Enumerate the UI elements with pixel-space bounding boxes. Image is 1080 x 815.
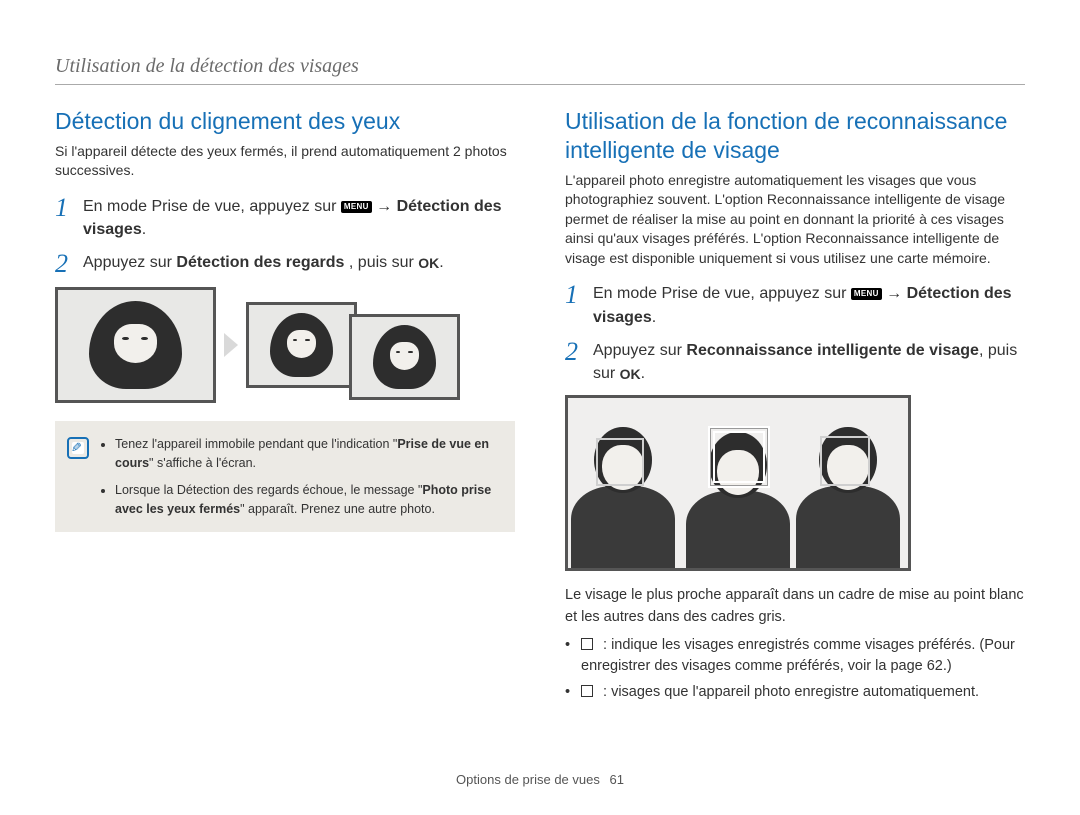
note-item: Tenez l'appareil immobile pendant que l'…: [115, 435, 499, 473]
group-photo: [565, 395, 911, 571]
bullet-item: • : indique les visages enregistrés comm…: [565, 635, 1025, 679]
ok-icon: OK: [418, 253, 439, 273]
ok-icon: OK: [620, 364, 641, 384]
text: " apparaît. Prenez une autre photo.: [240, 502, 435, 516]
page-number: 61: [609, 772, 623, 787]
blink-photos: [55, 287, 515, 403]
menu-icon: MENU: [851, 288, 882, 300]
text: Lorsque la Détection des regards échoue,…: [115, 483, 422, 497]
left-step-1: 1 En mode Prise de vue, appuyez sur MENU…: [55, 195, 515, 241]
square-icon: [581, 638, 593, 650]
left-intro: Si l'appareil détecte des yeux fermés, i…: [55, 142, 515, 181]
text: .: [652, 309, 656, 326]
step-number: 1: [55, 195, 73, 241]
left-column: Détection du clignement des yeux Si l'ap…: [55, 107, 515, 708]
right-bullets: Le visage le plus proche apparaît dans u…: [565, 585, 1025, 704]
left-step-2: 2 Appuyez sur Détection des regards , pu…: [55, 251, 515, 277]
right-title: Utilisation de la fonction de reconnaiss…: [565, 107, 1025, 165]
step-number: 2: [55, 251, 73, 277]
text-bold: Reconnaissance intelligente de visage: [686, 342, 979, 359]
bullet-item: • : visages que l'appareil photo enregis…: [565, 682, 1025, 704]
text: En mode Prise de vue, appuyez sur: [83, 198, 341, 215]
right-step-2: 2 Appuyez sur Reconnaissance intelligent…: [565, 339, 1025, 385]
text: En mode Prise de vue, appuyez sur: [593, 285, 851, 302]
header-rule: [55, 84, 1025, 85]
left-title: Détection du clignement des yeux: [55, 107, 515, 136]
note-item: Lorsque la Détection des regards échoue,…: [115, 481, 499, 519]
footer: Options de prise de vues 61: [0, 772, 1080, 787]
text: Appuyez sur: [593, 342, 686, 359]
text: .: [142, 221, 146, 238]
text: : indique les visages enregistrés comme …: [581, 637, 1015, 675]
footer-label: Options de prise de vues: [456, 772, 600, 787]
photo-after-1: [246, 302, 357, 388]
text: Tenez l'appareil immobile pendant que l'…: [115, 437, 397, 451]
menu-icon: MENU: [341, 201, 372, 213]
text: " s'affiche à l'écran.: [149, 456, 256, 470]
text: →: [376, 198, 396, 215]
arrow-right-icon: [224, 333, 238, 357]
focus-box-white: [708, 426, 770, 488]
note-icon: [67, 437, 89, 459]
right-column: Utilisation de la fonction de reconnaiss…: [565, 107, 1025, 708]
breadcrumb: Utilisation de la détection des visages: [55, 55, 1025, 84]
right-step-1: 1 En mode Prise de vue, appuyez sur MENU…: [565, 282, 1025, 328]
focus-box-gray: [820, 436, 870, 486]
text: Le visage le plus proche apparaît dans u…: [565, 585, 1025, 629]
step-number: 1: [565, 282, 583, 328]
right-intro: L'appareil photo enregistre automatiquem…: [565, 171, 1025, 269]
text: : visages que l'appareil photo enregistr…: [599, 684, 979, 700]
note-box: Tenez l'appareil immobile pendant que l'…: [55, 421, 515, 532]
text: .: [641, 365, 645, 382]
square-icon: [581, 685, 593, 697]
text: →: [886, 285, 906, 302]
photo-after-2: [349, 314, 460, 400]
text-bold: Détection des regards: [176, 254, 344, 271]
photo-before: [55, 287, 216, 403]
text: Appuyez sur: [83, 254, 176, 271]
focus-box-gray: [596, 438, 644, 486]
text: .: [439, 254, 443, 271]
step-number: 2: [565, 339, 583, 385]
text: , puis sur: [349, 254, 418, 271]
